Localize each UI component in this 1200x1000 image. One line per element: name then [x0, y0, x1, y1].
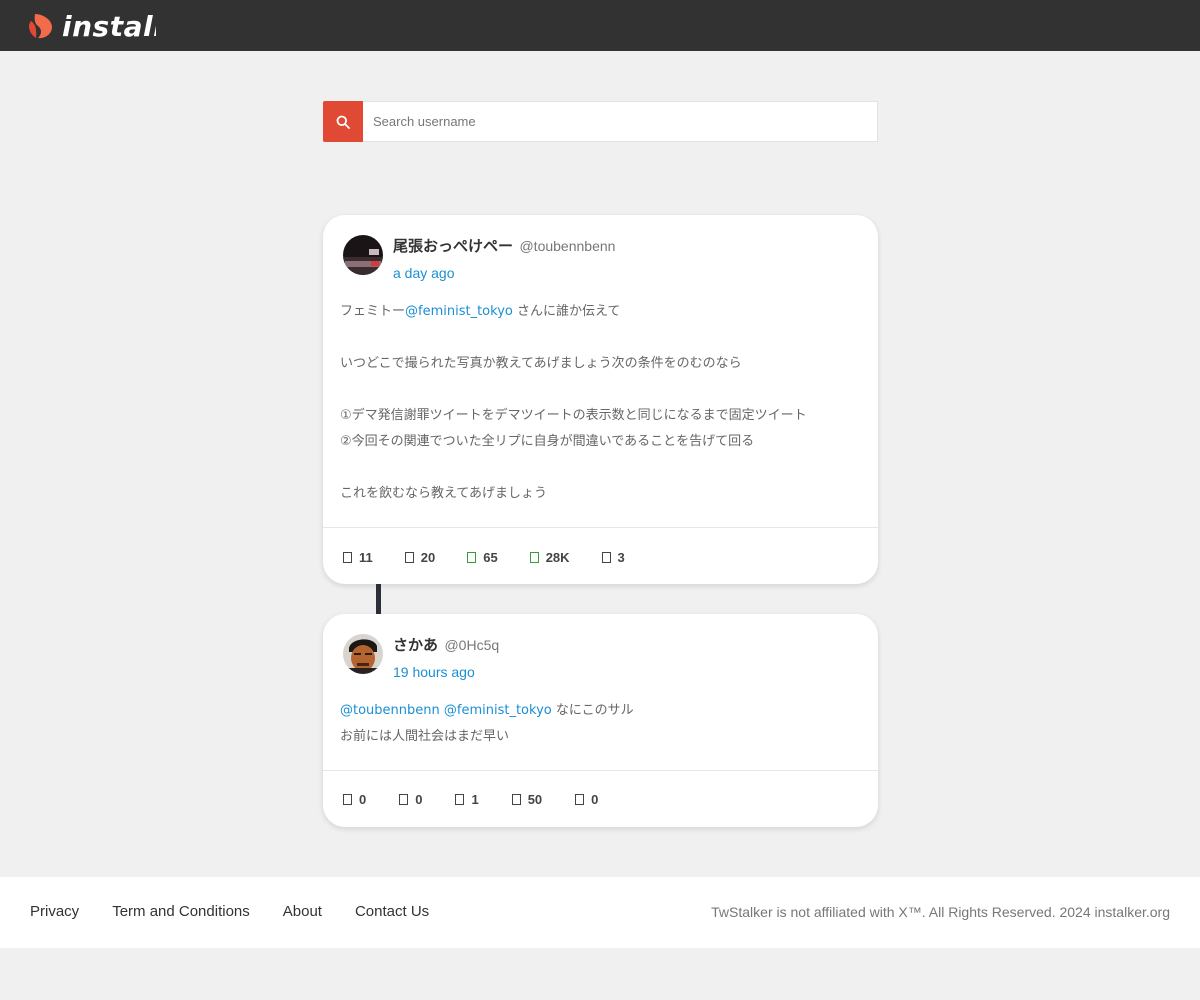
display-name[interactable]: さかあ	[393, 636, 438, 654]
reply-count[interactable]: 11	[343, 550, 373, 565]
search-bar	[323, 101, 878, 142]
reply-count-value: 11	[359, 550, 373, 565]
text-segment: フェミトー	[340, 304, 406, 319]
footer-link-about[interactable]: About	[283, 903, 322, 920]
reply-icon	[343, 794, 352, 805]
thread-connector	[376, 584, 381, 614]
text-segment: いつどこで撮られた写真か教えてあげましょう次の条件をのむのなら	[340, 356, 742, 371]
view-icon	[511, 794, 521, 805]
bookmark-count-value: 3	[617, 550, 625, 565]
logo-text: instalk	[62, 10, 156, 42]
divider	[323, 527, 878, 528]
text-line: @toubennbenn @feminist_tokyo なにこのサル	[340, 698, 860, 724]
search-button[interactable]	[323, 101, 363, 142]
search-input[interactable]	[363, 102, 877, 141]
retweet-count[interactable]: 20	[404, 550, 436, 565]
tweet-header: さかあ @0Hc5q 19 hours ago	[343, 634, 499, 683]
reply-count-value: 0	[359, 792, 367, 807]
mention-link[interactable]: @toubennbenn	[340, 703, 440, 718]
bookmark-count[interactable]: 3	[601, 550, 625, 565]
avatar[interactable]	[343, 235, 383, 275]
text-line	[340, 325, 860, 351]
search-icon	[336, 115, 350, 129]
display-name[interactable]: 尾張おっぺけペー	[393, 237, 513, 255]
like-count-value: 65	[483, 550, 498, 565]
like-count[interactable]: 65	[467, 550, 498, 565]
text-line: ②今回その関連でついた全リプに自身が間違いであることを告げて回る	[340, 429, 860, 455]
text-segment: なにこのサル	[551, 703, 634, 718]
avatar-image	[343, 235, 383, 275]
like-count[interactable]: 1	[455, 792, 479, 807]
view-count[interactable]: 28K	[529, 550, 570, 565]
top-bar: instalk	[0, 0, 1200, 51]
username-handle[interactable]: @toubennbenn	[519, 238, 615, 254]
text-segment: これを飲むなら教えてあげましょう	[340, 486, 547, 501]
retweet-count[interactable]: 0	[399, 792, 422, 807]
text-line	[340, 377, 860, 403]
like-count-value: 1	[471, 792, 479, 807]
text-line: これを飲むなら教えてあげましょう	[340, 481, 860, 507]
footer-link-terms[interactable]: Term and Conditions	[112, 903, 250, 920]
reply-count[interactable]: 0	[343, 792, 366, 807]
avatar[interactable]	[343, 634, 383, 674]
view-count-value: 50	[527, 792, 543, 807]
logo[interactable]: instalk	[28, 10, 156, 42]
username-handle[interactable]: @0Hc5q	[444, 637, 499, 653]
retweet-icon	[399, 794, 409, 805]
retweet-count-value: 0	[415, 792, 423, 807]
view-count-value: 28K	[545, 550, 570, 565]
bookmark-icon	[601, 552, 611, 563]
footer-link-privacy[interactable]: Privacy	[30, 903, 79, 920]
bookmark-count[interactable]: 0	[575, 792, 598, 807]
footer-link-contact[interactable]: Contact Us	[355, 903, 429, 920]
text-line: いつどこで撮られた写真か教えてあげましょう次の条件をのむのなら	[340, 351, 860, 377]
text-line	[340, 455, 860, 481]
text-segment: お前には人間社会はまだ早い	[340, 729, 510, 744]
timestamp[interactable]: a day ago	[393, 262, 615, 284]
tweet-text: フェミトー@feminist_tokyo さんに誰か伝えて いつどこで撮られた写…	[340, 299, 860, 507]
text-segment: ①デマ発信謝罪ツイートをデマツイートの表示数と同じになるまで固定ツイート	[340, 408, 807, 423]
tweet-text: @toubennbenn @feminist_tokyo なにこのサル お前には…	[340, 698, 860, 750]
divider	[323, 770, 878, 771]
tweet-stats: 0 0 1 50 0	[343, 792, 631, 807]
copyright-text: TwStalker is not affiliated with X™. All…	[711, 904, 1170, 920]
bookmark-icon	[575, 794, 585, 805]
text-line: フェミトー@feminist_tokyo さんに誰か伝えて	[340, 299, 860, 325]
retweet-count-value: 20	[420, 550, 436, 565]
timestamp[interactable]: 19 hours ago	[393, 661, 499, 683]
tweet-card: 尾張おっぺけペー @toubennbenn a day ago フェミトー@fe…	[323, 215, 878, 584]
bookmark-count-value: 0	[591, 792, 599, 807]
text-line: ①デマ発信謝罪ツイートをデマツイートの表示数と同じになるまで固定ツイート	[340, 403, 860, 429]
text-line: お前には人間社会はまだ早い	[340, 724, 860, 750]
footer: Privacy Term and Conditions About Contac…	[0, 877, 1200, 948]
tweet-stats: 11 20 65 28K 3	[343, 550, 657, 565]
text-segment: さんに誰か伝えて	[512, 304, 621, 319]
view-icon	[529, 552, 539, 563]
view-count[interactable]: 50	[511, 792, 543, 807]
logo-icon	[29, 14, 52, 39]
text-segment: ②今回その関連でついた全リプに自身が間違いであることを告げて回る	[340, 434, 755, 449]
tweet-header: 尾張おっぺけペー @toubennbenn a day ago	[343, 235, 615, 284]
like-icon	[467, 552, 477, 563]
footer-nav: Privacy Term and Conditions About Contac…	[30, 903, 462, 920]
tweet-card: さかあ @0Hc5q 19 hours ago @toubennbenn @fe…	[323, 614, 878, 827]
reply-icon	[343, 552, 352, 563]
retweet-icon	[404, 552, 414, 563]
like-icon	[455, 794, 465, 805]
mention-link[interactable]: @feminist_tokyo	[444, 703, 552, 718]
avatar-image	[343, 634, 383, 674]
mention-link[interactable]: @feminist_tokyo	[405, 304, 513, 319]
